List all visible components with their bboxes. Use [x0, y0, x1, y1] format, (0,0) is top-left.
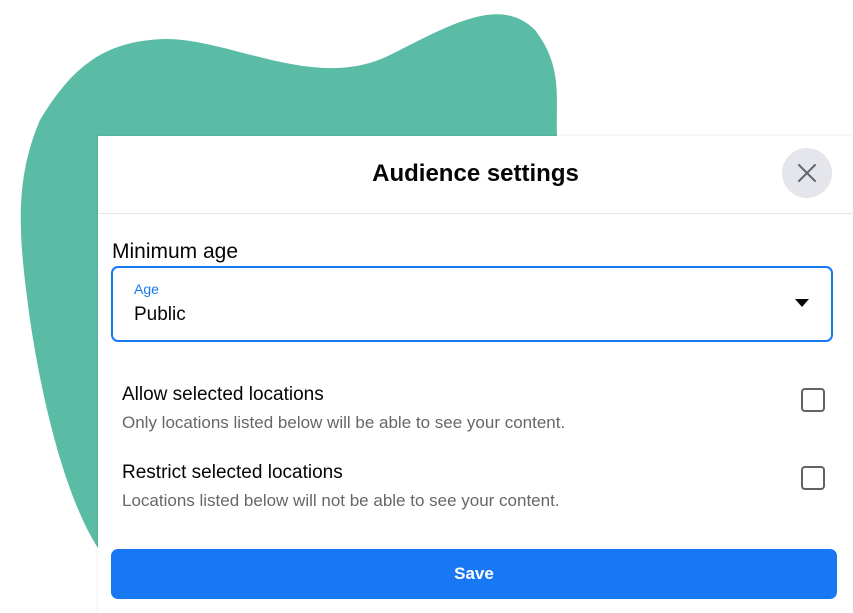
dialog-header: Audience settings: [98, 136, 853, 214]
close-button[interactable]: [782, 148, 832, 198]
age-select-caption: Age: [134, 281, 159, 297]
allow-locations-description: Only locations listed below will be able…: [122, 413, 566, 432]
restrict-locations-checkbox[interactable]: [801, 466, 825, 490]
audience-settings-dialog: Audience settings Minimum age Age Public…: [98, 136, 853, 613]
close-icon: [798, 164, 816, 182]
dialog-title: Audience settings: [372, 160, 579, 187]
caret-down-icon: [795, 299, 809, 307]
restrict-locations-title: Restrict selected locations: [122, 462, 343, 483]
minimum-age-label: Minimum age: [112, 240, 239, 263]
age-select[interactable]: Age Public: [111, 266, 833, 342]
allow-locations-title: Allow selected locations: [122, 384, 324, 405]
restrict-locations-description: Locations listed below will not be able …: [122, 491, 560, 510]
age-select-value: Public: [134, 304, 186, 325]
allow-locations-checkbox[interactable]: [801, 388, 825, 412]
save-button[interactable]: Save: [111, 549, 837, 599]
